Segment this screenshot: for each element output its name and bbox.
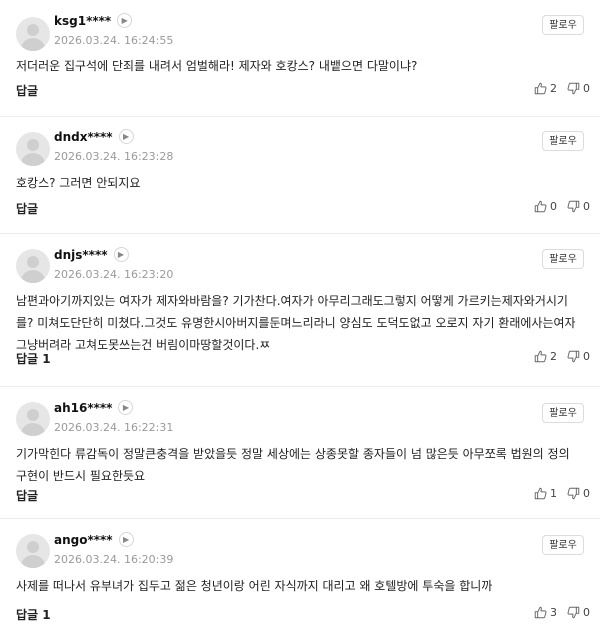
nickname[interactable]: ango**** — [54, 533, 113, 547]
follow-button[interactable]: 팔로우 — [542, 249, 584, 269]
reply-button[interactable]: 답글 — [16, 82, 38, 99]
comment-text: 기가막힌다 류감독이 정말큰충격을 받았을듯 정말 세상에는 상종못할 종자들이… — [16, 447, 570, 483]
thumbs-down-icon — [567, 487, 580, 500]
comment-date: 2026.03.24. 16:24:55 — [54, 34, 174, 47]
avatar[interactable] — [16, 534, 50, 568]
avatar[interactable] — [16, 402, 50, 436]
comment-text: 사제를 떠나서 유부녀가 집두고 젊은 청년이랑 어린 자식까지 대리고 왜 호… — [16, 579, 493, 593]
dislike-button[interactable]: 0 — [567, 350, 590, 363]
dislike-count: 0 — [583, 200, 590, 213]
comment: ah16**** ▶ 2026.03.24. 16:22:31 팔로우 기가막힌… — [0, 387, 600, 519]
chevron-right-icon[interactable]: ▶ — [118, 532, 134, 547]
dislike-button[interactable]: 0 — [567, 606, 590, 619]
dislike-button[interactable]: 0 — [567, 200, 590, 213]
reply-button[interactable]: 답글 1 — [16, 350, 51, 367]
like-button[interactable]: 0 — [534, 200, 557, 213]
chevron-right-icon[interactable]: ▶ — [113, 247, 129, 262]
like-count: 2 — [550, 82, 557, 95]
comment: dndx**** ▶ 2026.03.24. 16:23:28 팔로우 호캉스?… — [0, 117, 600, 234]
thumbs-up-icon — [534, 487, 547, 500]
like-count: 0 — [550, 200, 557, 213]
like-button[interactable]: 1 — [534, 487, 557, 500]
nickname[interactable]: dnjs**** — [54, 248, 108, 262]
like-button[interactable]: 2 — [534, 82, 557, 95]
comment-text: 호캉스? 그러면 안되지요 — [16, 176, 141, 190]
follow-button[interactable]: 팔로우 — [542, 15, 584, 35]
avatar[interactable] — [16, 17, 50, 51]
thumbs-up-icon — [534, 82, 547, 95]
like-count: 1 — [550, 487, 557, 500]
like-button[interactable]: 3 — [534, 606, 557, 619]
dislike-count: 0 — [583, 82, 590, 95]
like-count: 3 — [550, 606, 557, 619]
comment: ksg1**** ▶ 2026.03.24. 16:24:55 팔로우 저더러운… — [0, 0, 600, 117]
comment-date: 2026.03.24. 16:23:20 — [54, 268, 174, 281]
thumbs-down-icon — [567, 200, 580, 213]
reply-button[interactable]: 답글 — [16, 200, 38, 217]
comment-date: 2026.03.24. 16:22:31 — [54, 421, 174, 434]
thumbs-up-icon — [534, 350, 547, 363]
dislike-button[interactable]: 0 — [567, 487, 590, 500]
comment: ango**** ▶ 2026.03.24. 16:20:39 팔로우 사제를 … — [0, 519, 600, 637]
like-count: 2 — [550, 350, 557, 363]
comment-text: 저더러운 집구석에 단죄를 내려서 엄벌해라! 제자와 호캉스? 내뱉으면 다말… — [16, 59, 418, 73]
thumbs-up-icon — [534, 606, 547, 619]
dislike-button[interactable]: 0 — [567, 82, 590, 95]
nickname[interactable]: dndx**** — [54, 130, 113, 144]
chevron-right-icon[interactable]: ▶ — [118, 129, 134, 144]
chevron-right-icon[interactable]: ▶ — [118, 400, 134, 415]
chevron-right-icon[interactable]: ▶ — [117, 13, 133, 28]
follow-button[interactable]: 팔로우 — [542, 535, 584, 555]
comment-text: 남편과아기까지있는 여자가 제자와바람을? 기가찬다.여자가 아무리그래도그렇지… — [16, 294, 576, 352]
thumbs-down-icon — [567, 82, 580, 95]
like-button[interactable]: 2 — [534, 350, 557, 363]
avatar[interactable] — [16, 132, 50, 166]
comment-date: 2026.03.24. 16:20:39 — [54, 553, 174, 566]
dislike-count: 0 — [583, 606, 590, 619]
thumbs-down-icon — [567, 350, 580, 363]
comment: dnjs**** ▶ 2026.03.24. 16:23:20 팔로우 남편과아… — [0, 234, 600, 387]
reply-button[interactable]: 답글 — [16, 487, 38, 504]
thumbs-down-icon — [567, 606, 580, 619]
follow-button[interactable]: 팔로우 — [542, 403, 584, 423]
comment-list: ksg1**** ▶ 2026.03.24. 16:24:55 팔로우 저더러운… — [0, 0, 600, 637]
nickname[interactable]: ah16**** — [54, 401, 112, 415]
nickname[interactable]: ksg1**** — [54, 14, 111, 28]
reply-button[interactable]: 답글 1 — [16, 606, 51, 623]
dislike-count: 0 — [583, 487, 590, 500]
thumbs-up-icon — [534, 200, 547, 213]
comment-date: 2026.03.24. 16:23:28 — [54, 150, 174, 163]
dislike-count: 0 — [583, 350, 590, 363]
follow-button[interactable]: 팔로우 — [542, 131, 584, 151]
avatar[interactable] — [16, 249, 50, 283]
